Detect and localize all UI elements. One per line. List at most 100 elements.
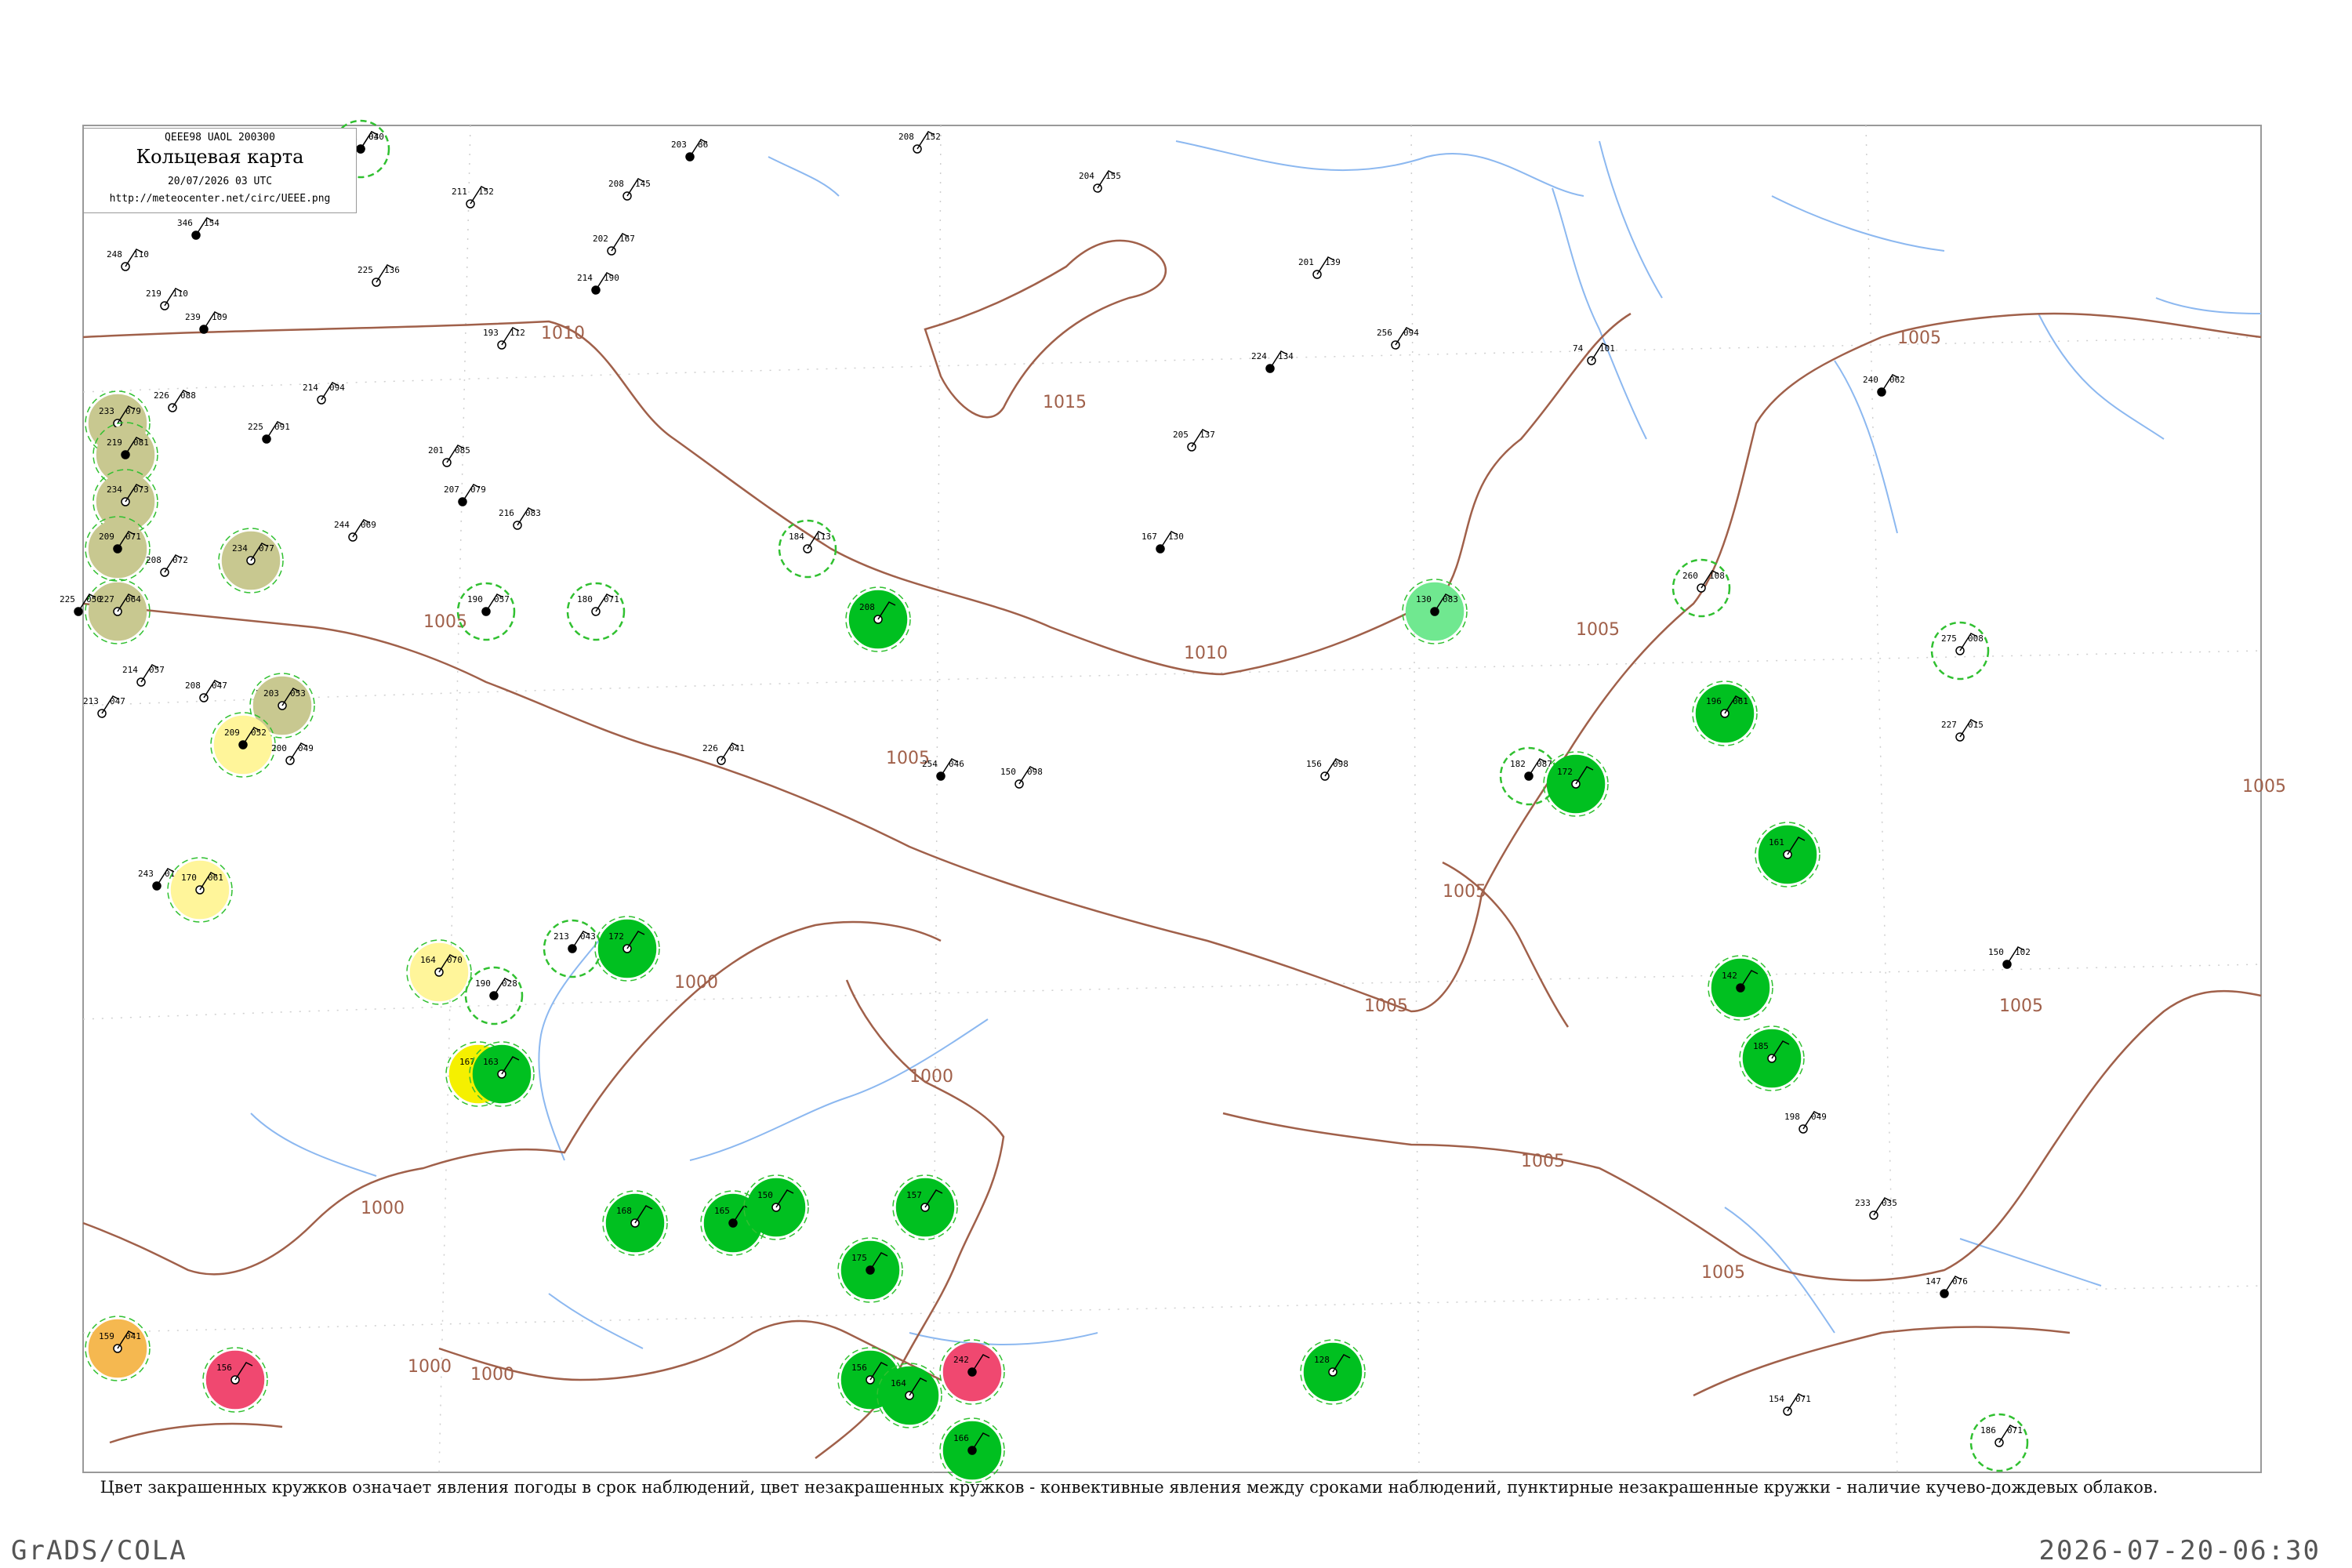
station-temp: 240 xyxy=(1863,375,1878,385)
station-pressure: 113 xyxy=(815,532,831,542)
isobar-label: 1000 xyxy=(674,973,718,993)
station-pressure: 071 xyxy=(2007,1425,2023,1436)
station-pressure: 154 xyxy=(204,218,220,228)
isobar-label: 1005 xyxy=(2242,777,2286,797)
station-pressure: 094 xyxy=(1403,328,1419,338)
station-plot: 209 071 xyxy=(85,516,151,582)
station-plot: 167 130 xyxy=(1142,531,1184,554)
station-temp: 156 xyxy=(1306,759,1322,769)
station-temp: 150 xyxy=(1000,767,1016,777)
isobar-label: 1005 xyxy=(1701,1263,1745,1283)
station-plot: 172 xyxy=(1543,751,1609,817)
station-pressure: 069 xyxy=(361,520,376,530)
station-pressure: 112 xyxy=(510,328,525,338)
station-temp: 203 xyxy=(263,688,279,699)
station-plot: 200 049 xyxy=(271,742,314,765)
station-temp: 226 xyxy=(702,743,718,753)
station-pressure: 008 xyxy=(1968,633,1984,644)
station-pressure: 073 xyxy=(133,485,149,495)
station-temp: 209 xyxy=(99,532,114,542)
station-plot: 227 015 xyxy=(1941,719,1984,742)
map-url[interactable]: http://meteocenter.net/circ/UEEE.png xyxy=(84,193,356,205)
station-temp: 172 xyxy=(1557,767,1573,777)
station-pressure: 098 xyxy=(1333,759,1348,769)
station-temp: 203 xyxy=(671,140,687,150)
isobar-label: 1005 xyxy=(1443,882,1486,902)
station-temp: 186 xyxy=(1980,1425,1996,1436)
station-pressure: 047 xyxy=(110,696,125,706)
station-temp: 167 xyxy=(1142,532,1157,542)
station-pressure: 098 xyxy=(1027,767,1043,777)
station-plot: 185 xyxy=(1739,1025,1805,1091)
map-title: Кольцевая карта xyxy=(136,146,304,168)
station-temp: 244 xyxy=(334,520,350,530)
station-temp: 172 xyxy=(608,931,624,942)
station-pressure: 110 xyxy=(172,289,188,299)
station-pressure: 136 xyxy=(384,265,400,275)
title-box: QEEE98 UAOL 200300 Кольцевая карта 20/07… xyxy=(83,128,357,213)
station-temp: 224 xyxy=(1251,351,1267,361)
station-pressure: 071 xyxy=(1795,1394,1811,1404)
isobar-label: 1000 xyxy=(470,1365,514,1385)
station-pressure: 070 xyxy=(447,955,463,965)
station-temp: 175 xyxy=(851,1253,867,1263)
station-pressure: 86 xyxy=(698,140,708,150)
station-pressure: 087 xyxy=(1537,759,1552,769)
station-pressure: 057 xyxy=(149,665,165,675)
station-plot: 346 154 xyxy=(177,217,220,240)
station-pressure: 085 xyxy=(455,445,470,456)
station-plot: 208 145 xyxy=(608,178,651,201)
station-plot: 196 061 xyxy=(1692,681,1758,746)
footer-software: GrADS/COLA xyxy=(11,1535,187,1566)
station-plot: 170 061 xyxy=(167,857,233,923)
station-pressure: 101 xyxy=(1599,343,1615,354)
station-plot: 207 079 xyxy=(444,484,486,506)
station-plot: 128 xyxy=(1300,1339,1366,1405)
station-temp: 242 xyxy=(953,1355,969,1365)
station-pressure: 035 xyxy=(1882,1198,1897,1208)
station-temp: 256 xyxy=(1377,328,1392,338)
station-pressure: 076 xyxy=(1952,1276,1968,1287)
station-plot: 186 071 xyxy=(1969,1413,2029,1472)
station-temp: 184 xyxy=(789,532,804,542)
station-plot: 172 xyxy=(594,916,660,982)
station-plot: 240 062 xyxy=(1863,374,1905,397)
station-temp: 208 xyxy=(898,132,914,142)
station-temp: 170 xyxy=(181,873,197,883)
station-plot: 208 047 xyxy=(185,680,227,702)
station-plot: 242 xyxy=(939,1339,1005,1405)
isobar-label: 1010 xyxy=(1184,644,1228,663)
station-pressure: 079 xyxy=(470,485,486,495)
station-temp: 219 xyxy=(146,289,162,299)
station-temp: 248 xyxy=(107,249,122,260)
station-temp: 147 xyxy=(1926,1276,1941,1287)
station-pressure: 046 xyxy=(949,759,964,769)
isobar-label: 1010 xyxy=(541,324,585,343)
station-pressure: 091 xyxy=(274,422,290,432)
station-temp: 156 xyxy=(216,1363,232,1373)
isobar-label: 1005 xyxy=(1576,620,1620,640)
station-temp: 168 xyxy=(616,1206,632,1216)
station-plot: 154 071 xyxy=(1769,1393,1811,1416)
station-pressure: 062 xyxy=(1889,375,1905,385)
station-temp: 225 xyxy=(60,594,75,604)
station-plot: 225 091 xyxy=(248,421,290,444)
station-pressure: 081 xyxy=(133,437,149,448)
station-plot: 209 052 xyxy=(210,712,276,778)
station-temp: 233 xyxy=(99,406,114,416)
station-pressure: 053 xyxy=(290,688,306,699)
station-temp: 185 xyxy=(1753,1041,1769,1051)
station-plot: 184 113 xyxy=(778,519,837,579)
station-pressure: 088 xyxy=(180,390,196,401)
station-temp: 128 xyxy=(1314,1355,1330,1365)
station-temp: 198 xyxy=(1784,1112,1800,1122)
station-pressure: 061 xyxy=(1733,696,1748,706)
station-temp: 204 xyxy=(1079,171,1094,181)
station-plot: 211 152 xyxy=(452,186,494,209)
station-pressure: 043 xyxy=(580,931,596,942)
station-pressure: 052 xyxy=(251,728,267,738)
station-plot: 275 008 xyxy=(1930,621,1990,681)
station-plot: 213 047 xyxy=(83,695,125,718)
station-temp: 201 xyxy=(428,445,444,456)
station-plot: 260 108 xyxy=(1671,558,1731,618)
